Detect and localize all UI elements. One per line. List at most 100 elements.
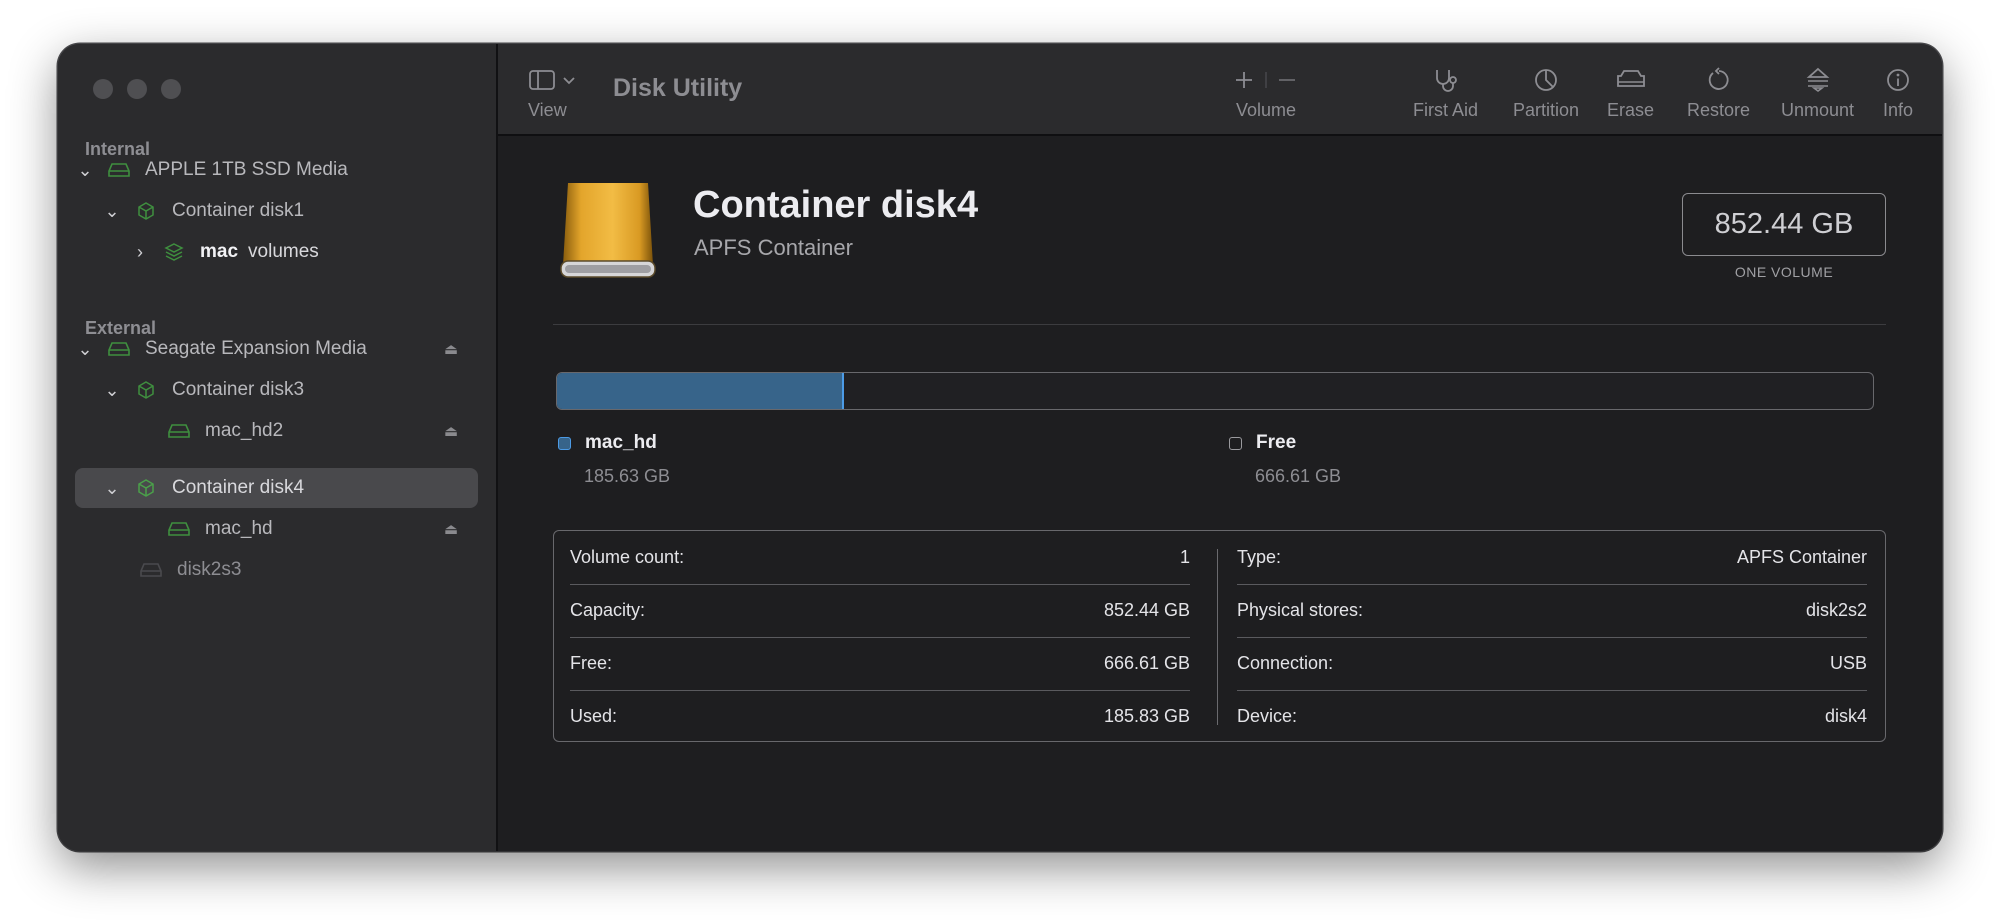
- info-table: Volume count: 1 Capacity: 852.44 GB Free…: [553, 530, 1886, 742]
- legend-free: Free: [1229, 432, 1296, 454]
- info-icon: [1885, 62, 1911, 98]
- sidebar: Internal ⌄ APPLE 1TB SSD Media ⌄ Contain…: [58, 44, 498, 851]
- chevron-down-icon[interactable]: ⌄: [102, 478, 122, 499]
- window-title: Disk Utility: [613, 74, 743, 102]
- drive-icon: [139, 559, 163, 581]
- capacity-label: ONE VOLUME: [1734, 264, 1834, 280]
- container-icon: [134, 477, 158, 499]
- legend-free-size: 666.61 GB: [1255, 466, 1342, 486]
- sidebar-item-label-bold: mac: [200, 241, 239, 262]
- legend-used-size: 185.63 GB: [584, 466, 671, 486]
- info-label: Capacity:: [570, 600, 646, 620]
- chevron-down-icon[interactable]: ⌄: [75, 339, 95, 360]
- restore-label: Restore: [1687, 100, 1751, 120]
- eject-icon[interactable]: ⏏: [444, 422, 458, 440]
- sidebar-item-container-disk3[interactable]: ⌄ Container disk3: [75, 370, 478, 410]
- partition-label: Partition: [1513, 100, 1580, 120]
- usage-bar-used[interactable]: [557, 373, 844, 409]
- info-row: Type: APFS Container: [1237, 531, 1867, 585]
- car-icon: [1615, 62, 1647, 98]
- minimize-button[interactable]: [127, 79, 147, 99]
- sidebar-item-label: disk2s3: [177, 559, 242, 580]
- info-label: Used:: [570, 706, 618, 726]
- drive-icon: [107, 338, 131, 360]
- view-label: View: [528, 100, 567, 120]
- info-value: disk4: [1824, 706, 1867, 726]
- sidebar-item-disk2s3[interactable]: disk2s3: [75, 550, 478, 590]
- info-label: Type:: [1237, 547, 1282, 567]
- info-value: 666.61 GB: [1103, 653, 1190, 673]
- legend-used-name: mac_hd: [585, 432, 657, 453]
- volume-button[interactable]: Volume: [1233, 62, 1299, 121]
- chevron-right-icon[interactable]: ›: [130, 242, 150, 263]
- info-row: Device: disk4: [1237, 690, 1867, 743]
- usage-bar: [556, 372, 1874, 410]
- sidebar-item-mac-hd2[interactable]: mac_hd2 ⏏: [75, 411, 478, 451]
- zoom-button[interactable]: [161, 79, 181, 99]
- info-value: USB: [1829, 653, 1867, 673]
- sidebar-item-label: mac_hd2: [205, 420, 284, 441]
- disk-utility-window: Internal ⌄ APPLE 1TB SSD Media ⌄ Contain…: [58, 44, 1942, 851]
- volumes-stack-icon: [162, 241, 186, 263]
- info-row: Free: 666.61 GB: [570, 637, 1190, 691]
- disk-title: Container disk4: [693, 184, 979, 226]
- container-icon: [134, 379, 158, 401]
- erase-button[interactable]: Erase: [1607, 62, 1654, 121]
- eject-icon[interactable]: ⏏: [444, 340, 458, 358]
- sidebar-item-apple-ssd[interactable]: ⌄ APPLE 1TB SSD Media: [75, 150, 478, 190]
- info-label: Connection:: [1237, 653, 1334, 673]
- drive-icon: [107, 159, 131, 181]
- unmount-button[interactable]: Unmount: [1781, 62, 1854, 121]
- legend-free-name: Free: [1256, 432, 1297, 453]
- chevron-down-icon[interactable]: ⌄: [102, 380, 122, 401]
- legend-used: mac_hd: [558, 432, 657, 454]
- info-column-right: Type: APFS Container Physical stores: di…: [1237, 531, 1867, 741]
- stethoscope-icon: [1431, 62, 1461, 98]
- info-row: Capacity: 852.44 GB: [570, 584, 1190, 638]
- container-icon: [134, 200, 158, 222]
- used-swatch: [558, 436, 571, 450]
- first-aid-label: First Aid: [1413, 100, 1479, 120]
- info-value: 1: [1179, 547, 1190, 567]
- sidebar-item-volumes[interactable]: › mac volumes: [75, 232, 478, 272]
- sidebar-item-label: Container disk1: [172, 200, 305, 221]
- view-button[interactable]: View: [528, 62, 578, 121]
- sidebar-icon: [528, 62, 578, 98]
- restore-icon: [1706, 62, 1732, 98]
- info-row: Used: 185.83 GB: [570, 690, 1190, 743]
- window-controls: [93, 79, 181, 99]
- first-aid-button[interactable]: First Aid: [1413, 62, 1478, 121]
- info-row: Volume count: 1: [570, 531, 1190, 585]
- chevron-down-icon[interactable]: ⌄: [75, 160, 95, 181]
- info-column-separator: [1217, 549, 1218, 725]
- info-label: Free:: [570, 653, 613, 673]
- restore-button[interactable]: Restore: [1687, 62, 1750, 121]
- sidebar-item-label: mac_hd: [205, 518, 273, 539]
- sidebar-item-container-disk1[interactable]: ⌄ Container disk1: [75, 191, 478, 231]
- free-swatch: [1229, 436, 1242, 450]
- info-value: disk2s2: [1805, 600, 1867, 620]
- close-button[interactable]: [93, 79, 113, 99]
- info-value: 185.83 GB: [1103, 706, 1190, 726]
- sidebar-item-container-disk4[interactable]: ⌄ Container disk4: [75, 468, 478, 508]
- partition-button[interactable]: Partition: [1513, 62, 1579, 121]
- volume-controls: [1233, 62, 1299, 98]
- info-button[interactable]: Info: [1883, 62, 1913, 121]
- chevron-down-icon[interactable]: ⌄: [102, 201, 122, 222]
- drive-icon: [167, 420, 191, 442]
- eject-icon[interactable]: ⏏: [444, 520, 458, 538]
- info-label: Info: [1883, 100, 1914, 120]
- sidebar-item-seagate[interactable]: ⌄ Seagate Expansion Media ⏏: [75, 329, 478, 369]
- info-column-left: Volume count: 1 Capacity: 852.44 GB Free…: [570, 531, 1190, 741]
- info-label: Volume count:: [570, 547, 685, 567]
- sidebar-item-label: Container disk4: [172, 477, 305, 498]
- erase-label: Erase: [1607, 100, 1655, 120]
- sidebar-item-mac-hd[interactable]: mac_hd ⏏: [75, 509, 478, 549]
- sidebar-item-label: Container disk3: [172, 379, 305, 400]
- external-drive-icon: [558, 179, 658, 288]
- drive-icon: [167, 518, 191, 540]
- info-value: 852.44 GB: [1103, 600, 1190, 620]
- unmount-label: Unmount: [1781, 100, 1855, 120]
- volume-label: Volume: [1235, 100, 1297, 120]
- sidebar-item-label: Seagate Expansion Media: [145, 338, 367, 359]
